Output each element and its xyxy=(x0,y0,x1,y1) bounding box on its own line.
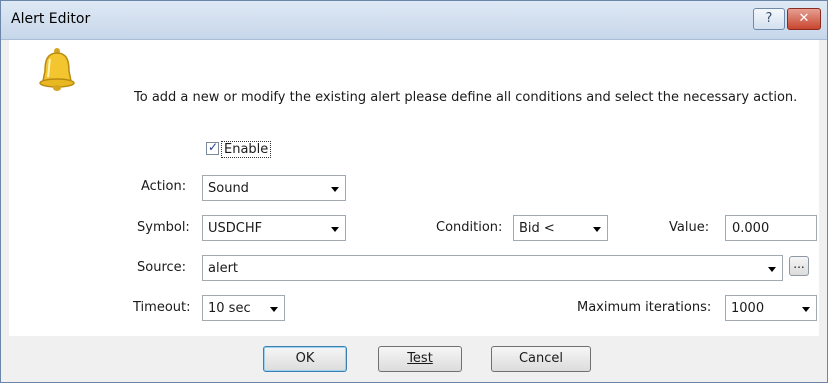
action-value: Sound xyxy=(208,181,249,196)
value-input-text: 0.000 xyxy=(732,221,770,236)
value-label: Value: xyxy=(669,220,710,235)
condition-label: Condition: xyxy=(436,220,503,235)
condition-select[interactable]: Bid < xyxy=(513,215,608,241)
close-button[interactable]: ✕ xyxy=(787,8,821,30)
source-value: alert xyxy=(208,261,239,276)
condition-value: Bid < xyxy=(519,221,555,236)
value-input[interactable]: 0.000 xyxy=(725,215,817,241)
bell-icon xyxy=(39,48,75,91)
timeout-label: Timeout: xyxy=(133,300,191,315)
enable-checkbox[interactable]: ✓ xyxy=(206,140,219,155)
help-button[interactable]: ? xyxy=(753,8,785,30)
source-select[interactable]: alert xyxy=(202,255,783,281)
chevron-down-icon xyxy=(802,307,810,312)
max-iterations-value: 1000 xyxy=(731,301,765,316)
ok-button[interactable]: OK xyxy=(263,346,347,372)
max-iterations-label: Maximum iterations: xyxy=(577,300,712,315)
chevron-down-icon xyxy=(270,307,278,312)
symbol-value: USDCHF xyxy=(208,221,263,236)
cancel-button[interactable]: Cancel xyxy=(491,346,591,372)
timeout-select[interactable]: 10 sec xyxy=(202,295,285,321)
action-label: Action: xyxy=(141,179,187,194)
enable-label[interactable]: Enable xyxy=(221,141,272,158)
max-iterations-select[interactable]: 1000 xyxy=(725,295,817,321)
alert-editor-window: Alert Editor ? ✕ To add a new or modify … xyxy=(0,0,828,383)
window-title: Alert Editor xyxy=(11,11,91,27)
chevron-down-icon xyxy=(593,227,601,232)
chevron-down-icon xyxy=(331,187,339,192)
source-label: Source: xyxy=(137,260,187,275)
chevron-down-icon xyxy=(768,267,776,272)
test-button[interactable]: Test xyxy=(378,346,462,372)
browse-button[interactable]: ... xyxy=(789,256,809,276)
title-bar: Alert Editor ? ✕ xyxy=(1,1,827,40)
chevron-down-icon xyxy=(331,227,339,232)
test-button-label: Test xyxy=(407,351,433,366)
intro-text: To add a new or modify the existing aler… xyxy=(134,90,798,105)
timeout-value: 10 sec xyxy=(208,301,251,316)
symbol-select[interactable]: USDCHF xyxy=(202,215,346,241)
symbol-label: Symbol: xyxy=(137,220,190,235)
action-select[interactable]: Sound xyxy=(202,175,346,201)
dialog-body xyxy=(9,40,819,336)
check-icon: ✓ xyxy=(208,140,219,154)
